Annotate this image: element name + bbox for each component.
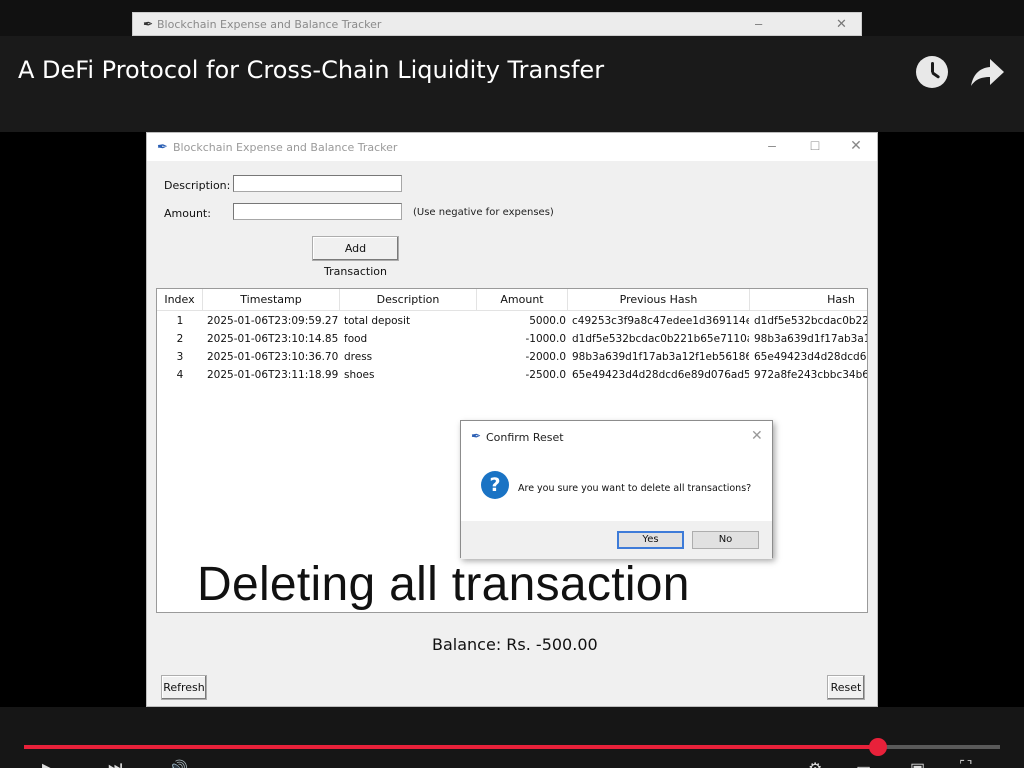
cell-amount: -1000.0 xyxy=(525,333,566,345)
top-strip: ✒ Blockchain Expense and Balance Tracker… xyxy=(0,0,1024,36)
video-header: A DeFi Protocol for Cross-Chain Liquidit… xyxy=(0,36,1024,132)
video-caption: Deleting all transaction xyxy=(197,558,690,611)
header-hash[interactable]: Hash xyxy=(750,289,867,311)
scrubber-handle[interactable] xyxy=(869,738,887,756)
cell-hash: 98b3a639d1f17ab3a12f1 xyxy=(754,333,867,345)
share-icon[interactable] xyxy=(968,53,1008,91)
cell-description: dress xyxy=(344,351,373,363)
cell-previous-hash: d1df5e532bcdac0b221b65e7110a5afa xyxy=(572,333,749,345)
amount-hint: (Use negative for expenses) xyxy=(413,207,554,218)
description-input[interactable] xyxy=(233,175,402,192)
table-row[interactable]: 1 2025-01-06T23:09:59.276108 total depos… xyxy=(157,313,867,331)
close-icon[interactable]: ✕ xyxy=(751,427,763,444)
cell-index: 3 xyxy=(176,351,184,363)
feather-icon: ✒ xyxy=(471,429,482,443)
minimize-icon[interactable]: – xyxy=(755,16,762,31)
confirm-reset-dialog: ✒ Confirm Reset ✕ ? Are you sure you wan… xyxy=(460,420,773,559)
no-button[interactable]: No xyxy=(692,531,759,549)
watch-later-icon[interactable] xyxy=(916,56,948,88)
play-icon[interactable]: ▶ xyxy=(42,759,54,768)
app-title: Blockchain Expense and Balance Tracker xyxy=(173,141,398,154)
cell-previous-hash: 98b3a639d1f17ab3a12f1eb56186859a xyxy=(572,351,749,363)
table-row[interactable]: 3 2025-01-06T23:10:36.708886 dress -2000… xyxy=(157,349,867,367)
header-timestamp[interactable]: Timestamp xyxy=(203,289,340,311)
cell-hash: d1df5e532bcdac0b221b xyxy=(754,315,867,327)
settings-icon[interactable]: ⚙ xyxy=(808,759,822,768)
add-transaction-button[interactable]: Add Transaction xyxy=(312,236,399,278)
cell-amount: -2500.0 xyxy=(525,369,566,381)
maximize-icon[interactable]: □ xyxy=(800,137,830,153)
cell-hash: 972a8fe243cbbc34b66ac xyxy=(754,369,868,381)
header-previous-hash[interactable]: Previous Hash xyxy=(568,289,750,311)
reset-button[interactable]: Reset xyxy=(827,675,865,700)
cell-previous-hash: 65e49423d4d28dcd6e89d076ad56abb xyxy=(572,369,749,381)
amount-input[interactable] xyxy=(233,203,402,220)
cell-description: shoes xyxy=(344,369,375,381)
question-icon: ? xyxy=(481,471,509,499)
cell-previous-hash: c49253c3f9a8c47edee1d369114e6c69 xyxy=(572,315,749,327)
amount-label: Amount: xyxy=(164,207,211,220)
miniplayer-icon[interactable]: ▣ xyxy=(910,759,925,768)
background-window: ✒ Blockchain Expense and Balance Tracker… xyxy=(132,12,862,36)
video-title[interactable]: A DeFi Protocol for Cross-Chain Liquidit… xyxy=(18,56,604,84)
cell-description: food xyxy=(344,333,368,345)
feather-icon: ✒ xyxy=(157,139,168,154)
cell-timestamp: 2025-01-06T23:10:36.708886 xyxy=(207,351,338,363)
cell-index: 2 xyxy=(176,333,184,345)
header-amount[interactable]: Amount xyxy=(477,289,568,311)
subtitles-icon[interactable]: ▭ xyxy=(856,759,871,768)
description-label: Description: xyxy=(164,179,231,192)
cell-amount: 5000.0 xyxy=(529,315,566,327)
background-window-title: Blockchain Expense and Balance Tracker xyxy=(157,18,382,31)
fullscreen-icon[interactable]: ⛶ xyxy=(960,759,971,768)
header-description[interactable]: Description xyxy=(340,289,477,311)
table-header: Index Timestamp Description Amount Previ… xyxy=(157,289,867,311)
dialog-footer: Yes No xyxy=(461,521,772,559)
next-icon[interactable]: ⏭ xyxy=(108,759,122,768)
yes-button[interactable]: Yes xyxy=(617,531,684,549)
dialog-message: Are you sure you want to delete all tran… xyxy=(518,483,752,494)
table-row[interactable]: 4 2025-01-06T23:11:18.991056 shoes -2500… xyxy=(157,367,867,385)
cell-timestamp: 2025-01-06T23:10:14.850075 xyxy=(207,333,338,345)
cell-description: total deposit xyxy=(344,315,411,327)
refresh-button[interactable]: Refresh xyxy=(161,675,207,700)
cell-amount: -2000.0 xyxy=(525,351,566,363)
screen: ✒ Blockchain Expense and Balance Tracker… xyxy=(0,0,1024,768)
cell-timestamp: 2025-01-06T23:09:59.276108 xyxy=(207,315,338,327)
volume-icon[interactable]: 🔊 xyxy=(168,759,188,768)
minimize-icon[interactable]: – xyxy=(757,137,787,153)
cell-index: 4 xyxy=(176,369,184,381)
progress-bar[interactable] xyxy=(24,738,1000,756)
table-row[interactable]: 2 2025-01-06T23:10:14.850075 food -1000.… xyxy=(157,331,867,349)
cell-index: 1 xyxy=(176,315,184,327)
close-icon[interactable]: ✕ xyxy=(836,16,847,32)
close-icon[interactable]: ✕ xyxy=(841,137,871,154)
progress-fill xyxy=(24,745,878,749)
cell-hash: 65e49423d4d28dcd6e89 xyxy=(754,351,867,363)
cell-timestamp: 2025-01-06T23:11:18.991056 xyxy=(207,369,338,381)
balance-label: Balance: Rs. -500.00 xyxy=(432,635,598,654)
player-controls: ▶ ⏭ 🔊 ⚙ ▭ ▣ ⛶ xyxy=(0,707,1024,768)
header-index[interactable]: Index xyxy=(157,289,203,311)
app-titlebar: ✒ Blockchain Expense and Balance Tracker… xyxy=(147,133,877,161)
dialog-title: Confirm Reset xyxy=(486,431,564,444)
feather-icon: ✒ xyxy=(143,17,154,31)
